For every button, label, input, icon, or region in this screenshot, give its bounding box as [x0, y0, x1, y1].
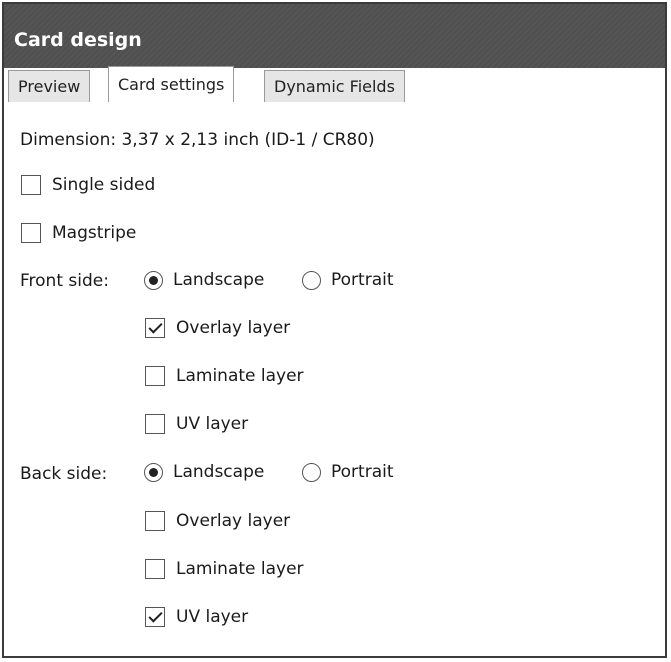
magstripe-checkbox[interactable]: Magstripe [21, 223, 136, 243]
front-overlay-label: Overlay layer [176, 318, 291, 338]
back-side-label: Back side: [20, 464, 108, 484]
single-sided-box[interactable] [21, 175, 41, 195]
tab-card-settings-label: Card settings [118, 75, 225, 94]
front-portrait-radio-button[interactable] [302, 270, 321, 290]
back-landscape-radio-button[interactable] [144, 462, 163, 482]
tab-dynamic-fields[interactable]: Dynamic Fields [264, 70, 405, 102]
back-overlay-box[interactable] [145, 511, 165, 531]
front-overlay-checkbox[interactable]: Overlay layer [145, 318, 290, 338]
tab-preview-label: Preview [18, 77, 81, 96]
front-portrait-radio[interactable]: Portrait [302, 270, 394, 290]
back-uv-box[interactable] [145, 607, 165, 627]
panel-title: Card design [14, 29, 142, 51]
back-laminate-checkbox[interactable]: Laminate layer [145, 559, 304, 579]
front-landscape-radio[interactable]: Landscape [144, 270, 264, 290]
back-laminate-label: Laminate layer [176, 559, 304, 579]
tab-card-settings[interactable]: Card settings [108, 66, 235, 102]
magstripe-box[interactable] [21, 223, 41, 243]
back-uv-label: UV layer [176, 607, 249, 627]
front-side-label: Front side: [20, 271, 109, 291]
magstripe-label: Magstripe [52, 223, 137, 243]
back-landscape-radio[interactable]: Landscape [144, 462, 264, 482]
tab-preview[interactable]: Preview [8, 70, 91, 102]
front-landscape-radio-button[interactable] [144, 270, 163, 290]
panel-header: Card design [4, 4, 665, 68]
back-uv-checkbox[interactable]: UV layer [145, 607, 248, 627]
single-sided-label: Single sided [52, 175, 156, 195]
back-portrait-label: Portrait [331, 462, 394, 482]
card-design-panel: Card design Preview Card settings Dynami… [2, 2, 667, 658]
back-laminate-box[interactable] [145, 559, 165, 579]
back-overlay-label: Overlay layer [176, 511, 291, 531]
front-laminate-label: Laminate layer [176, 366, 304, 386]
dimension-label: Dimension: 3,37 x 2,13 inch (ID-1 / CR80… [20, 130, 375, 150]
front-uv-box[interactable] [145, 414, 165, 434]
front-portrait-label: Portrait [331, 270, 394, 290]
front-uv-checkbox[interactable]: UV layer [145, 414, 248, 434]
back-portrait-radio-button[interactable] [302, 462, 321, 482]
front-laminate-box[interactable] [145, 366, 165, 386]
front-landscape-label: Landscape [173, 270, 265, 290]
back-landscape-label: Landscape [173, 462, 265, 482]
tab-dynamic-fields-label: Dynamic Fields [274, 77, 395, 96]
front-laminate-checkbox[interactable]: Laminate layer [145, 366, 304, 386]
front-uv-label: UV layer [176, 414, 249, 434]
card-settings-content: Dimension: 3,37 x 2,13 inch (ID-1 / CR80… [4, 100, 665, 656]
front-overlay-box[interactable] [145, 318, 165, 338]
single-sided-checkbox[interactable]: Single sided [21, 175, 155, 195]
back-portrait-radio[interactable]: Portrait [302, 462, 394, 482]
back-overlay-checkbox[interactable]: Overlay layer [145, 511, 290, 531]
